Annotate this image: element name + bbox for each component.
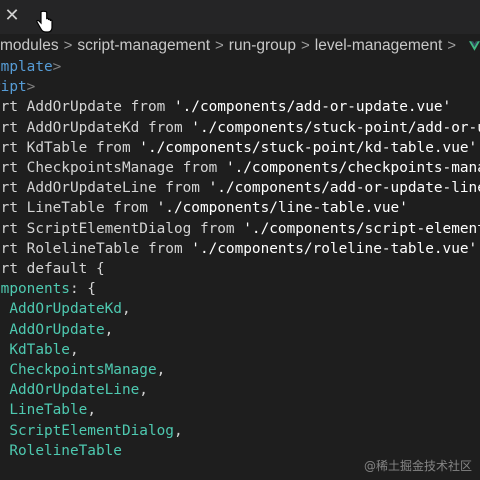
tab-bar: ✕ xyxy=(0,0,480,34)
watermark: @稀土掘金技术社区 xyxy=(363,459,472,473)
code-token: AddOrUpdateKd xyxy=(26,119,140,136)
code-token: , xyxy=(156,362,166,378)
code-token: , xyxy=(69,341,79,358)
code-token: from xyxy=(139,119,192,136)
code-line: ort ScriptElementDialog from './componen… xyxy=(0,219,480,239)
code-token: './components/stuck-point/kd-table.vue' xyxy=(139,139,478,156)
code-token: ScriptElementDialog xyxy=(26,220,192,237)
code-line: ript> xyxy=(0,77,35,97)
code-token: from xyxy=(87,139,140,156)
code-token: from xyxy=(156,180,209,197)
code-token: ort xyxy=(0,139,18,156)
code-token: from xyxy=(139,240,192,257)
code-token: , xyxy=(139,382,148,399)
code-line: ort AddOrUpdateKd from './components/stu… xyxy=(0,118,480,138)
code-line: emplate> xyxy=(0,57,61,77)
code-token: AddOrUpdate xyxy=(26,99,122,116)
chevron-right-icon: > xyxy=(63,37,73,54)
code-token: AddOrUpdateLine xyxy=(26,180,157,197)
code-line: ort AddOrUpdate from './components/add-o… xyxy=(0,97,451,117)
code-token: : { xyxy=(69,281,96,298)
code-line: ort KdTable from './components/stuck-poi… xyxy=(0,138,477,158)
code-token: './components/add-or-update-line.vu xyxy=(208,180,480,197)
hand-cursor-icon xyxy=(36,10,53,33)
code-token: LineTable xyxy=(0,402,88,419)
code-token: './components/add-or-update.vue' xyxy=(173,99,452,116)
chevron-right-icon: > xyxy=(447,37,457,54)
code-token: CheckpointsManage xyxy=(26,160,174,176)
code-token: ort xyxy=(0,200,18,217)
code-token: ort default { xyxy=(0,261,105,277)
code-token: ort xyxy=(0,99,18,116)
code-token: CheckpointsManage xyxy=(0,362,157,378)
code-line: ort AddOrUpdateLine from './components/a… xyxy=(0,178,480,198)
code-token: , xyxy=(0,463,1,479)
code-token: from xyxy=(191,220,244,237)
code-token: from xyxy=(121,99,174,116)
code-token: './components/checkpoints-manage. xyxy=(225,160,480,176)
vue-logo-icon[interactable] xyxy=(469,39,480,53)
code-line: ort LineTable from './components/line-ta… xyxy=(0,198,408,218)
chevron-right-icon: > xyxy=(215,37,224,54)
breadcrumb-item-run-group[interactable]: run-group xyxy=(229,37,296,55)
code-line: AddOrUpdate, xyxy=(0,320,113,340)
code-token: AddOrUpdateLine xyxy=(0,382,140,399)
code-line: CheckpointsManage, xyxy=(0,360,165,380)
code-token: './components/script-element-di xyxy=(243,220,480,237)
code-line: ort CheckpointsManage from './components… xyxy=(0,158,480,178)
code-token: './components/stuck-point/add-or-upda xyxy=(191,119,480,136)
code-token: KdTable xyxy=(9,341,70,358)
code-editor[interactable]: emplate>ript>ort AddOrUpdate from './com… xyxy=(0,57,480,480)
code-token: > xyxy=(52,59,62,75)
code-token: , xyxy=(121,301,131,318)
code-token: from xyxy=(173,160,226,176)
code-token: AddOrUpdateKd xyxy=(0,301,122,318)
code-token: , xyxy=(87,402,96,419)
code-token: , xyxy=(104,321,114,338)
code-token: './components/line-table.vue' xyxy=(156,200,408,217)
code-token: LineTable xyxy=(26,200,105,217)
code-token: AddOrUpdate xyxy=(0,321,105,338)
breadcrumb-item-level-management[interactable]: level-management xyxy=(315,37,443,55)
close-icon[interactable]: ✕ xyxy=(2,6,22,26)
code-token: RolelineTable xyxy=(26,240,140,257)
code-token: ript xyxy=(0,79,27,96)
code-token: ort xyxy=(0,220,18,237)
code-token: ort xyxy=(0,160,18,176)
code-line: , xyxy=(0,461,1,480)
code-line: ScriptElementDialog, xyxy=(0,421,183,441)
code-line: omponents: { xyxy=(0,279,96,299)
code-token: ort xyxy=(0,119,18,136)
code-token: ScriptElementDialog xyxy=(0,422,174,439)
code-token: from xyxy=(104,200,157,217)
code-token: './components/roleline-table.vue' xyxy=(191,240,478,257)
breadcrumb-item-script-management[interactable]: script-management xyxy=(77,37,210,55)
code-line: AddOrUpdateLine, xyxy=(0,380,148,400)
code-line: AddOrUpdateKd, xyxy=(0,299,131,319)
code-token: omponents xyxy=(0,281,70,298)
code-token: , xyxy=(173,422,183,439)
code-token: RolelineTable xyxy=(0,442,122,459)
breadcrumb-item-modules[interactable]: modules xyxy=(0,37,59,55)
chevron-right-icon: > xyxy=(301,37,310,54)
code-token: KdTable xyxy=(26,139,88,156)
code-line: RolelineTable xyxy=(0,441,122,461)
code-token: ort xyxy=(0,180,18,197)
code-line: ort RolelineTable from './components/rol… xyxy=(0,239,477,259)
code-token: ort xyxy=(0,240,18,257)
code-line: ort default { xyxy=(0,259,105,279)
code-token: emplate xyxy=(0,59,53,75)
code-token: > xyxy=(26,79,36,96)
code-line: LineTable, xyxy=(0,400,96,420)
breadcrumb: modules > script-management > run-group … xyxy=(0,34,480,57)
code-line: KdTable, xyxy=(0,340,79,360)
